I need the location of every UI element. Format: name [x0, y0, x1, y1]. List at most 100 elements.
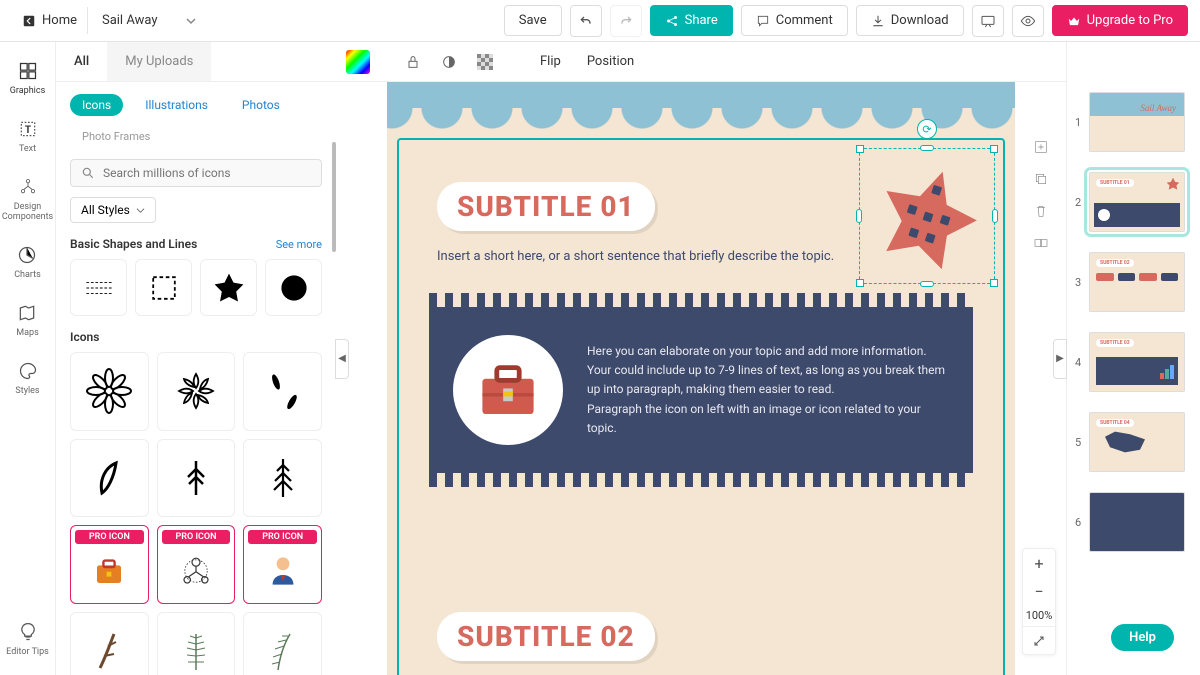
- search-box[interactable]: [70, 159, 322, 187]
- present-icon: [980, 13, 996, 29]
- content-text[interactable]: Here you can elaborate on your topic and…: [587, 342, 949, 438]
- lock-button[interactable]: [400, 49, 426, 75]
- ctx-add[interactable]: [1031, 137, 1051, 157]
- ctx-transition[interactable]: [1031, 233, 1051, 253]
- graphics-icon: [18, 61, 38, 81]
- opacity-icon: [441, 54, 457, 70]
- subtitle-2[interactable]: SUBTITLE 02: [437, 612, 655, 661]
- icon-tree2[interactable]: [243, 439, 322, 518]
- thumb-2[interactable]: SUBTITLE 01: [1089, 172, 1185, 232]
- icon-org-pro[interactable]: PRO ICON: [157, 525, 236, 604]
- canvas-page[interactable]: SUBTITLE 01 Insert a short here, or a sh…: [387, 82, 1015, 675]
- all-styles-dropdown[interactable]: All Styles: [70, 197, 156, 223]
- context-actions: [1031, 137, 1051, 253]
- save-button[interactable]: Save: [504, 5, 562, 36]
- tab-my-uploads[interactable]: My Uploads: [107, 42, 211, 81]
- starfish-graphic[interactable]: [860, 149, 996, 285]
- filter-illustrations[interactable]: Illustrations: [133, 94, 220, 116]
- shape-dashed-rect[interactable]: [135, 259, 192, 316]
- icon-fern2[interactable]: [243, 612, 322, 675]
- shape-star[interactable]: [200, 259, 257, 316]
- icon-leaves1[interactable]: [243, 352, 322, 431]
- zoom-value[interactable]: 100%: [1026, 605, 1053, 626]
- rail-maps[interactable]: Maps: [16, 302, 38, 338]
- resize-handle-tl[interactable]: [856, 145, 864, 153]
- thumb-6[interactable]: [1089, 492, 1185, 552]
- icon-flower1[interactable]: [70, 352, 149, 431]
- chevron-down-icon: [136, 206, 145, 215]
- icon-briefcase-pro[interactable]: PRO ICON: [70, 525, 149, 604]
- comment-button[interactable]: Comment: [741, 5, 848, 36]
- thumb-num-4: 4: [1075, 356, 1083, 369]
- color-picker[interactable]: [346, 50, 370, 74]
- icon-person-pro[interactable]: PRO ICON: [243, 525, 322, 604]
- thumb-num-5: 5: [1075, 436, 1083, 449]
- thumb-4[interactable]: SUBTITLE 03: [1089, 332, 1185, 392]
- comment-icon: [756, 14, 770, 28]
- filter-photos[interactable]: Photos: [230, 94, 292, 116]
- resize-handle-bl[interactable]: [856, 279, 864, 287]
- preview-button[interactable]: [1012, 5, 1044, 37]
- undo-button[interactable]: [570, 5, 602, 37]
- home-button[interactable]: Home: [12, 7, 88, 34]
- canvas-toolbar: Flip Position: [336, 42, 1066, 82]
- rail-charts[interactable]: Charts: [14, 244, 41, 280]
- subtitle-1[interactable]: SUBTITLE 01: [437, 182, 655, 231]
- transparency-button[interactable]: [472, 49, 498, 75]
- icon-flower2[interactable]: [157, 352, 236, 431]
- share-button[interactable]: Share: [650, 5, 733, 36]
- rail-editor-tips[interactable]: Editor Tips: [6, 621, 49, 657]
- selection-box[interactable]: ⟳: [859, 148, 995, 284]
- shape-circle[interactable]: [265, 259, 322, 316]
- filter-frames[interactable]: Photo Frames: [70, 126, 162, 147]
- search-input[interactable]: [103, 166, 311, 180]
- zoom-in[interactable]: +: [1023, 549, 1055, 577]
- ctx-delete[interactable]: [1031, 201, 1051, 221]
- home-label: Home: [42, 13, 77, 28]
- section-shapes-title: Basic Shapes and Lines: [70, 237, 197, 251]
- icon-branch1[interactable]: [70, 612, 149, 675]
- collapse-thumbs[interactable]: ▶: [1053, 339, 1067, 379]
- see-more-shapes[interactable]: See more: [276, 238, 322, 251]
- collapse-side-panel[interactable]: ◀: [335, 339, 349, 379]
- redo-button[interactable]: [610, 5, 642, 37]
- shape-lines[interactable]: [70, 259, 127, 316]
- download-button[interactable]: Download: [856, 5, 964, 36]
- tab-all[interactable]: All: [56, 42, 107, 81]
- rail-graphics[interactable]: Graphics: [10, 60, 45, 96]
- icon-tree1[interactable]: [157, 439, 236, 518]
- crown-icon: [1067, 14, 1081, 28]
- project-name-dropdown[interactable]: Sail Away: [88, 7, 210, 34]
- filter-icons[interactable]: Icons: [70, 94, 123, 116]
- resize-handle-top[interactable]: [920, 145, 934, 151]
- briefcase-icon: [468, 350, 548, 430]
- thumb-1[interactable]: Sail Away: [1089, 92, 1185, 152]
- content-icon-circle: [453, 335, 563, 445]
- flip-button[interactable]: Flip: [532, 50, 569, 73]
- opacity-button[interactable]: [436, 49, 462, 75]
- thumb-3[interactable]: SUBTITLE 02: [1089, 252, 1185, 312]
- resize-handle-right[interactable]: [992, 209, 998, 223]
- content-box-1[interactable]: Here you can elaborate on your topic and…: [429, 307, 973, 473]
- rail-text[interactable]: T Text: [17, 118, 39, 154]
- icon-fern1[interactable]: [157, 612, 236, 675]
- ctx-duplicate[interactable]: [1031, 169, 1051, 189]
- resize-handle-bottom[interactable]: [920, 281, 934, 287]
- rail-styles[interactable]: Styles: [15, 360, 39, 396]
- canvas-scroll[interactable]: SUBTITLE 01 Insert a short here, or a sh…: [336, 82, 1066, 675]
- thumb-5[interactable]: SUBTITLE 04: [1089, 412, 1185, 472]
- eye-icon: [1020, 13, 1036, 29]
- thumb-num-3: 3: [1075, 276, 1083, 289]
- icon-leaf-single[interactable]: [70, 439, 149, 518]
- rotate-handle[interactable]: ⟳: [917, 119, 937, 139]
- upgrade-button[interactable]: Upgrade to Pro: [1052, 5, 1188, 36]
- rail-design-components[interactable]: Design Components: [2, 176, 53, 222]
- resize-handle-left[interactable]: [856, 209, 862, 223]
- zoom-fullscreen[interactable]: [1023, 626, 1055, 654]
- help-button[interactable]: Help: [1111, 624, 1174, 651]
- position-button[interactable]: Position: [579, 50, 642, 73]
- zoom-out[interactable]: −: [1023, 577, 1055, 605]
- present-button[interactable]: [972, 5, 1004, 37]
- resize-handle-tr[interactable]: [990, 145, 998, 153]
- resize-handle-br[interactable]: [990, 279, 998, 287]
